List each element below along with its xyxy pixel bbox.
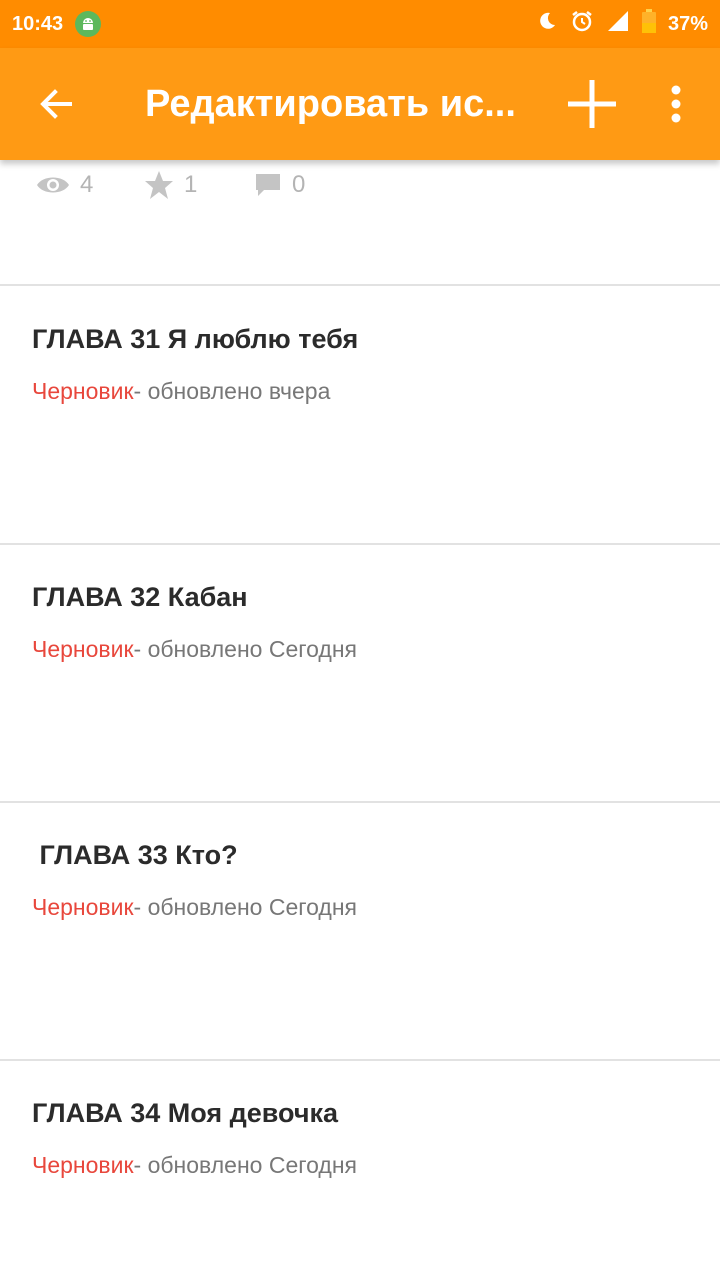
status-bar: 10:43 37% bbox=[0, 0, 720, 48]
alarm-icon bbox=[570, 9, 594, 39]
draft-label: Черновик bbox=[32, 1152, 134, 1178]
page-title: Редактировать ис... bbox=[145, 83, 516, 125]
status-time: 10:43 bbox=[12, 12, 64, 35]
part-status: Черновик- обновлено Сегодня bbox=[32, 636, 357, 663]
updated-label: - обновлено вчера bbox=[133, 378, 331, 404]
part-item[interactable]: ГЛАВА 31 Я люблю тебя Черновик- обновлен… bbox=[0, 286, 720, 542]
more-vert-icon bbox=[671, 85, 681, 123]
part-status: Черновик- обновлено Сегодня bbox=[32, 894, 357, 921]
updated-label: - обновлено Сегодня bbox=[133, 894, 357, 920]
draft-label: Черновик bbox=[32, 894, 134, 920]
part-item[interactable]: ГЛАВА 32 Кабан Черновик- обновлено Сегод… bbox=[0, 544, 720, 800]
part-title: ГЛАВА 32 Кабан bbox=[32, 582, 248, 612]
eye-icon bbox=[37, 177, 69, 193]
views-count: 4 bbox=[80, 171, 94, 198]
battery-icon bbox=[641, 9, 656, 39]
part-status: Черновик- обновлено вчера bbox=[32, 378, 330, 405]
comment-icon bbox=[256, 174, 280, 196]
part-title: ГЛАВА 31 Я люблю тебя bbox=[32, 324, 359, 354]
part-item[interactable]: ГЛАВА 33 Кто? Черновик- обновлено Сегодн… bbox=[0, 802, 720, 1058]
back-button[interactable] bbox=[0, 48, 112, 160]
star-icon bbox=[145, 171, 173, 199]
draft-label: Черновик bbox=[32, 378, 134, 404]
battery-percent: 37% bbox=[667, 12, 708, 35]
comments-stat: 0 bbox=[254, 171, 305, 199]
app-bar: Редактировать ис... bbox=[0, 48, 720, 160]
part-title: ГЛАВА 34 Моя девочка bbox=[32, 1098, 339, 1128]
add-icon bbox=[568, 80, 616, 128]
add-part-button[interactable] bbox=[560, 76, 624, 132]
android-icon bbox=[75, 11, 102, 37]
part-list[interactable]: 4 1 0 ГЛАВА 31 Я люблю тебя Черновик- об… bbox=[0, 160, 720, 1280]
views-stat: 4 bbox=[36, 171, 144, 199]
updated-label: - обновлено Сегодня bbox=[133, 636, 357, 662]
comments-count: 0 bbox=[292, 171, 306, 198]
moon-icon bbox=[536, 10, 558, 38]
part-item[interactable]: ГЛАВА 34 Моя девочка Черновик- обновлено… bbox=[0, 1060, 720, 1280]
part-status: Черновик- обновлено Сегодня bbox=[32, 1152, 357, 1179]
back-arrow-icon bbox=[40, 89, 72, 119]
updated-label: - обновлено Сегодня bbox=[133, 1152, 357, 1178]
part-title: ГЛАВА 33 Кто? bbox=[32, 840, 238, 870]
story-stats: 4 1 0 bbox=[36, 170, 305, 200]
draft-label: Черновик bbox=[32, 636, 134, 662]
more-options-button[interactable] bbox=[652, 76, 700, 132]
signal-icon bbox=[606, 9, 630, 39]
votes-count: 1 bbox=[184, 171, 198, 198]
votes-stat: 1 bbox=[144, 170, 254, 200]
